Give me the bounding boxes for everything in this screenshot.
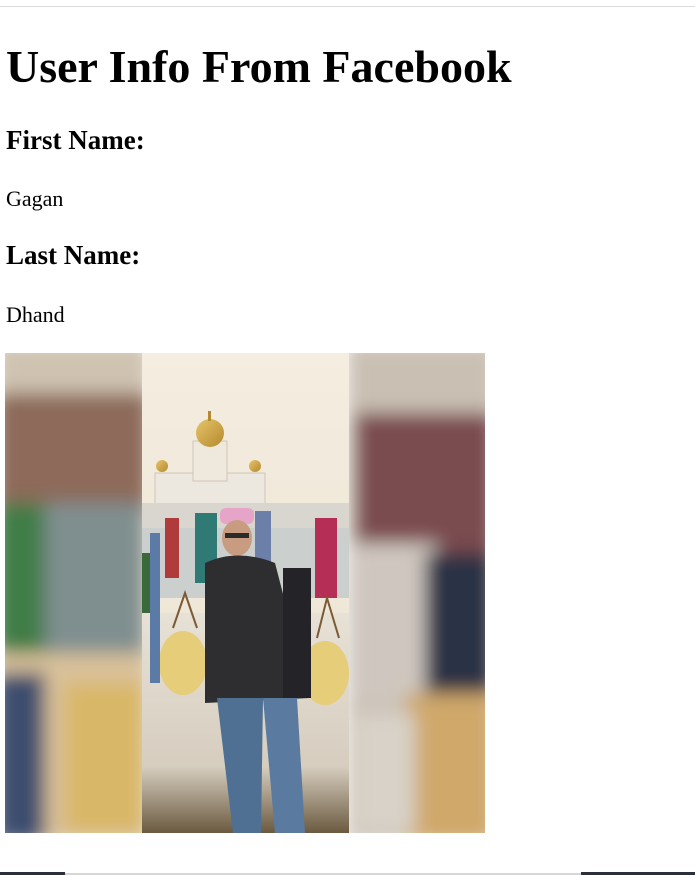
last-name-value: Dhand [6, 302, 65, 327]
page-title: User Info From Facebook [6, 41, 512, 92]
center-photo [142, 353, 349, 833]
last-name-label: Last Name: [6, 240, 141, 270]
blurred-right-panel [347, 353, 485, 833]
first-name-value: Gagan [6, 186, 64, 211]
first-name-label: First Name: [6, 125, 145, 155]
profile-photo [5, 353, 485, 833]
blurred-left-panel [5, 353, 150, 833]
top-divider [0, 6, 695, 7]
